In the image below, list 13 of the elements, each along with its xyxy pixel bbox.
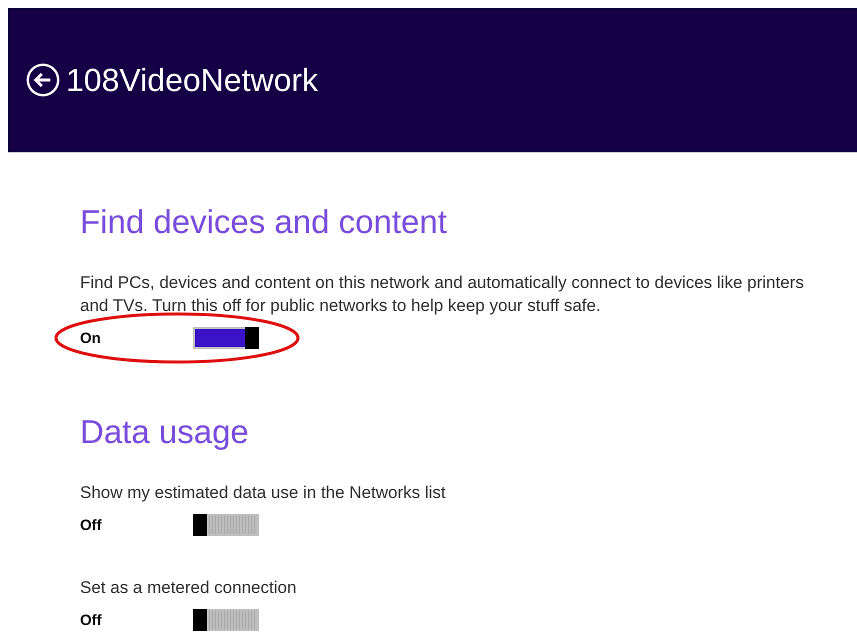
toggle-state-label: Off <box>80 516 103 534</box>
section-heading: Find devices and content <box>80 204 448 240</box>
setting-description: Find PCs, devices and content on this network and automatically connect to devices like printers and TVs. Turn this off for public networks to help keep your stuff safe. <box>80 272 805 317</box>
back-button[interactable] <box>26 63 60 97</box>
setting-description: Set as a metered connection <box>80 577 298 599</box>
page-title: 108VideoNetwork <box>66 62 318 98</box>
toggle-switch[interactable] <box>193 327 259 349</box>
toggle-switch[interactable] <box>193 609 259 631</box>
toggle-state-label: Off <box>80 612 103 628</box>
setting-description: Show my estimated data use in the Networks list <box>80 482 447 504</box>
section-heading: Data usage <box>80 414 250 450</box>
toggle-state-label: On <box>80 330 102 346</box>
toggle-switch[interactable] <box>193 514 259 536</box>
